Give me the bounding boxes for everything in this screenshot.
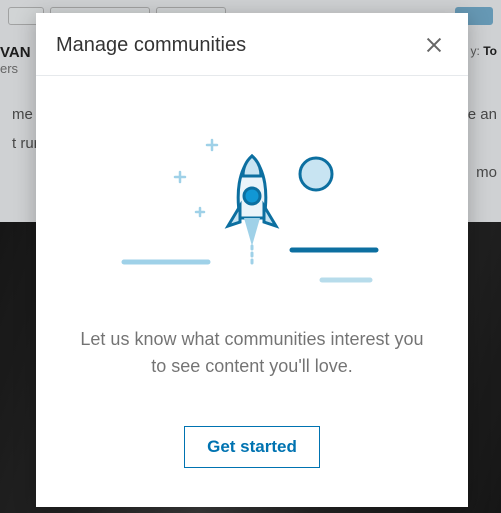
- close-button[interactable]: [418, 29, 450, 61]
- get-started-button[interactable]: Get started: [184, 426, 320, 468]
- manage-communities-modal: Manage communities: [36, 13, 468, 507]
- close-icon: [423, 34, 445, 56]
- modal-description: Let us know what communities interest yo…: [66, 326, 438, 380]
- rocket-illustration: [112, 118, 392, 298]
- modal-body: Let us know what communities interest yo…: [36, 76, 468, 507]
- modal-header: Manage communities: [36, 13, 468, 76]
- modal-title: Manage communities: [56, 34, 246, 57]
